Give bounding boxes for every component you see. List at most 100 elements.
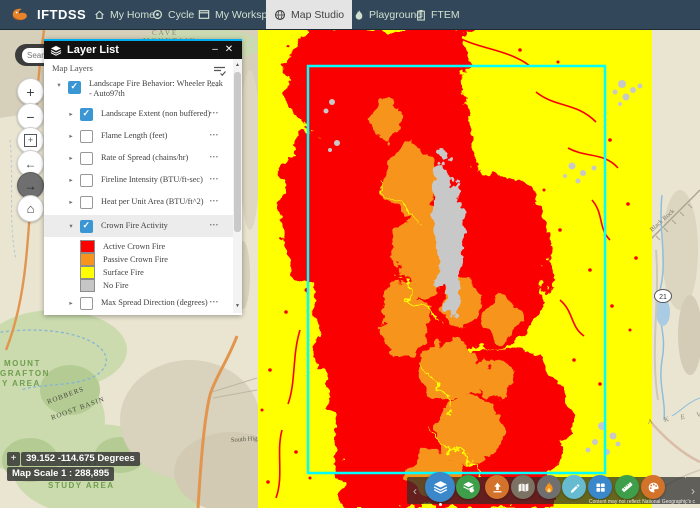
layer-row: ▸ ✓ Heat per Unit Area (BTU/ft^2) ••• bbox=[44, 194, 233, 210]
layer-checkbox[interactable]: ✓ bbox=[80, 173, 93, 187]
layer-row: ▾ ✓ Landscape Fire Behavior: Wheeler Pea… bbox=[44, 79, 233, 103]
layer-checkbox[interactable]: ✓ bbox=[80, 107, 93, 121]
legend-item: Surface Fire bbox=[44, 266, 233, 279]
zoom-in-button[interactable]: + bbox=[17, 78, 44, 105]
layer-row: ▸ ✓ Landscape Extent (non buffered) ••• bbox=[44, 106, 233, 122]
scroll-up-icon[interactable]: ▲ bbox=[233, 61, 242, 70]
active-widget-dot bbox=[439, 503, 442, 506]
upload-data-button[interactable] bbox=[485, 475, 509, 499]
svg-text:MOUNT: MOUNT bbox=[4, 359, 41, 368]
ruler-icon bbox=[621, 482, 633, 492]
map-scale-readout: Map Scale 1 : 288,895 bbox=[7, 467, 115, 481]
layer-checkbox[interactable]: ✓ bbox=[80, 219, 93, 233]
folded-map-icon bbox=[518, 483, 528, 492]
expand-caret-icon[interactable]: ▸ bbox=[66, 176, 76, 184]
layer-row: ▸ ✓ Flame Length (feet) ••• bbox=[44, 128, 233, 144]
fire-behavior-button[interactable] bbox=[537, 475, 561, 499]
forward-arrow-icon: → bbox=[24, 178, 37, 193]
flame-icon bbox=[545, 481, 553, 493]
toolbar-scroll-left[interactable]: ‹ bbox=[409, 477, 421, 504]
row-menu-button[interactable]: ••• bbox=[210, 177, 219, 183]
expand-caret-icon[interactable]: ▸ bbox=[66, 198, 76, 206]
svg-text:Y AREA: Y AREA bbox=[2, 379, 41, 388]
route-shield: 21 bbox=[654, 289, 672, 303]
plus-icon: + bbox=[26, 83, 35, 100]
palette-button[interactable] bbox=[641, 475, 665, 499]
measure-button[interactable] bbox=[615, 475, 639, 499]
chevron-left-icon: ‹ bbox=[413, 483, 417, 498]
panel-scrollbar[interactable]: ▲ ▼ bbox=[233, 59, 242, 313]
basemap-icon bbox=[462, 481, 474, 493]
row-menu-button[interactable]: ••• bbox=[210, 300, 219, 306]
panel-title: Layer List bbox=[67, 44, 119, 56]
iftdss-flame-icon bbox=[12, 8, 27, 21]
svg-text:CAVE: CAVE bbox=[152, 29, 178, 37]
crosshair-icon: + bbox=[10, 453, 17, 464]
map-attribution: Content may not reflect National Geograp… bbox=[588, 499, 695, 505]
svg-text:STUDY AREA: STUDY AREA bbox=[48, 481, 115, 490]
nav-ftem[interactable]: FTEM bbox=[408, 0, 468, 29]
layer-checkbox[interactable]: ✓ bbox=[80, 195, 93, 209]
minimize-button[interactable]: – bbox=[208, 41, 222, 59]
close-button[interactable]: ✕ bbox=[222, 41, 236, 59]
layer-row-selected: ▾ ✓ Crown Fire Activity ••• bbox=[44, 215, 233, 237]
scrollbar-thumb[interactable] bbox=[234, 72, 241, 232]
playground-flame-icon bbox=[355, 9, 363, 20]
collapse-caret-icon[interactable]: ▾ bbox=[66, 222, 76, 230]
layer-checkbox[interactable]: ✓ bbox=[80, 296, 93, 310]
expand-caret-icon[interactable]: ▸ bbox=[66, 154, 76, 162]
nav-map-studio[interactable]: Map Studio bbox=[266, 0, 353, 29]
expand-caret-icon[interactable]: ▸ bbox=[66, 110, 76, 118]
row-menu-button[interactable]: ••• bbox=[210, 133, 219, 139]
basemap-gallery-button[interactable] bbox=[456, 475, 480, 499]
legend-item: Active Crown Fire bbox=[44, 240, 233, 253]
row-menu-button[interactable]: ••• bbox=[210, 111, 219, 117]
layer-checkbox[interactable]: ✓ bbox=[80, 151, 93, 165]
layer-label: Landscape Fire Behavior: Wheeler Peak - … bbox=[89, 79, 223, 98]
back-arrow-icon: ← bbox=[24, 156, 37, 171]
layer-row: ▸ ✓ Fireline Intensity (BTU/ft-sec) ••• bbox=[44, 172, 233, 188]
layer-list-button[interactable] bbox=[425, 472, 455, 502]
legend-item: No Fire bbox=[44, 279, 233, 292]
row-menu-button[interactable]: ••• bbox=[210, 199, 219, 205]
legend-label: Active Crown Fire bbox=[103, 242, 166, 251]
row-menu-button[interactable]: ••• bbox=[210, 84, 219, 90]
home-extent-icon: ⌂ bbox=[26, 201, 35, 216]
crosshair-coordinates-button[interactable]: + bbox=[7, 452, 20, 466]
collapse-caret-icon[interactable]: ▾ bbox=[54, 81, 64, 89]
svg-text:21: 21 bbox=[659, 294, 667, 301]
layer-checkbox[interactable]: ✓ bbox=[68, 81, 81, 94]
row-menu-button[interactable]: ••• bbox=[210, 155, 219, 161]
layer-list-panel: Layer List – ✕ Map Layers ▾ ✓ Landscape … bbox=[44, 39, 242, 315]
panel-body: Map Layers ▾ ✓ Landscape Fire Behavior: … bbox=[44, 59, 242, 313]
upload-icon bbox=[492, 482, 502, 492]
brand-text: IFTDSS bbox=[37, 7, 87, 22]
iftdss-map-studio: CAVE MOUNTAIN MOUNT GRAFTON Y AREA MOUNT… bbox=[0, 0, 700, 508]
legend-label: No Fire bbox=[103, 281, 129, 290]
panel-header[interactable]: Layer List – ✕ bbox=[44, 41, 242, 59]
draw-button[interactable] bbox=[562, 475, 586, 499]
expand-caret-icon[interactable]: ▸ bbox=[66, 132, 76, 140]
grid-apps-icon bbox=[595, 482, 605, 492]
cycle-icon bbox=[152, 9, 163, 20]
legend-swatch bbox=[80, 240, 95, 253]
ftem-clipboard-icon bbox=[417, 9, 425, 21]
minus-icon: − bbox=[26, 108, 35, 125]
map-legend-button[interactable] bbox=[511, 475, 535, 499]
palette-icon bbox=[648, 482, 659, 492]
scroll-down-icon[interactable]: ▼ bbox=[233, 302, 242, 311]
row-menu-button[interactable]: ••• bbox=[210, 223, 219, 229]
legend-item: Passive Crown Fire bbox=[44, 253, 233, 266]
legend-label: Passive Crown Fire bbox=[103, 255, 168, 264]
default-extent-button[interactable]: ⌂ bbox=[17, 195, 44, 222]
expand-caret-icon[interactable]: ▸ bbox=[66, 299, 76, 307]
coordinates-readout: 39.152 -114.675 Degrees bbox=[21, 452, 140, 466]
zoom-out-button[interactable]: − bbox=[17, 103, 44, 130]
iftdss-logo: IFTDSS bbox=[10, 0, 86, 29]
top-nav: IFTDSS My Home Cycle My Workspace Map St… bbox=[0, 0, 700, 30]
layer-row: ▸ ✓ Rate of Spread (chains/hr) ••• bbox=[44, 150, 233, 166]
layer-checkbox[interactable]: ✓ bbox=[80, 129, 93, 143]
chevron-right-icon: › bbox=[691, 483, 695, 498]
widgets-button[interactable] bbox=[588, 475, 612, 499]
home-icon bbox=[95, 10, 104, 19]
